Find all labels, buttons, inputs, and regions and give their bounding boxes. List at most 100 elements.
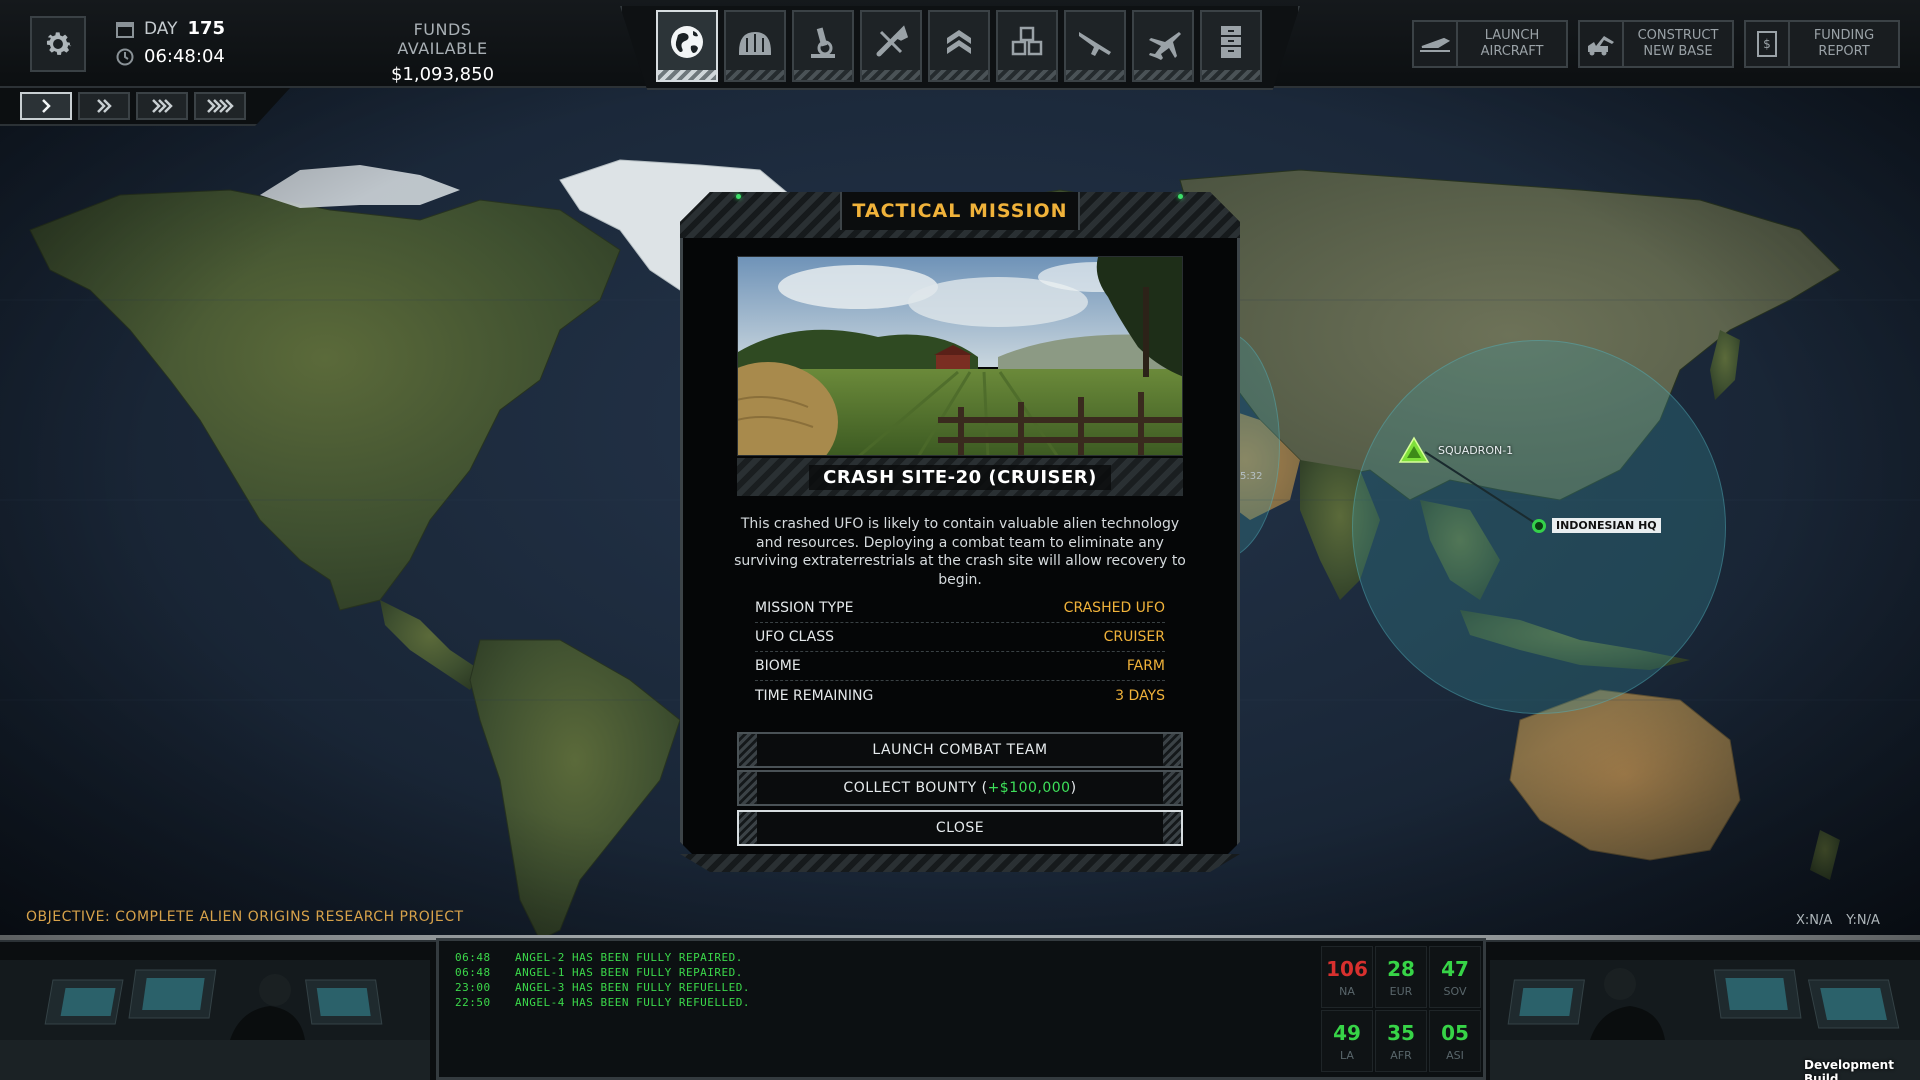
speed-2-button[interactable] xyxy=(78,92,130,120)
mission-site-image xyxy=(737,256,1183,456)
funding-report-label: FUNDING REPORT xyxy=(1813,28,1875,59)
squadron-triangle-icon xyxy=(1398,436,1430,463)
region-value: 106 xyxy=(1326,956,1368,981)
settings-button[interactable] xyxy=(30,16,86,72)
event-log[interactable]: 06:48 ANGEL-2 HAS BEEN FULLY REPAIRED. 0… xyxy=(455,950,750,1010)
speed-4-button[interactable] xyxy=(194,92,246,120)
mission-site-bar: CRASH SITE-20 (CRUISER) xyxy=(737,458,1183,496)
log-time: 06:48 xyxy=(455,951,491,964)
tab-hangar[interactable] xyxy=(1132,10,1194,82)
detail-row-biome: BIOME FARM xyxy=(755,652,1165,681)
detail-key: MISSION TYPE xyxy=(755,600,854,616)
base-label: INDONESIAN HQ xyxy=(1552,518,1661,533)
launch-aircraft-button[interactable]: LAUNCH AIRCRAFT xyxy=(1412,20,1568,68)
region-cell-afr[interactable]: 35 AFR xyxy=(1375,1010,1427,1072)
region-cell-na[interactable]: 106 NA xyxy=(1321,946,1373,1008)
funds-label: FUNDS AVAILABLE xyxy=(397,20,488,58)
region-cell-asi[interactable]: 05 ASI xyxy=(1429,1010,1481,1072)
tab-geoscape[interactable] xyxy=(656,10,718,82)
region-cell-sov[interactable]: 47 SOV xyxy=(1429,946,1481,1008)
log-text: ANGEL-1 HAS BEEN FULLY REPAIRED. xyxy=(515,966,743,979)
central-america xyxy=(380,600,480,690)
main-nav-tabs xyxy=(656,10,1262,82)
speed-3-button[interactable] xyxy=(136,92,188,120)
tab-stripe xyxy=(658,70,716,80)
base-hangar-icon xyxy=(739,32,771,55)
farm-landscape-picture xyxy=(738,257,1182,455)
tab-stripe xyxy=(1202,70,1260,80)
dialog-title-box: TACTICAL MISSION xyxy=(840,192,1080,230)
base-marker-indonesian-hq[interactable]: INDONESIAN HQ xyxy=(1532,518,1661,533)
day-label: DAY xyxy=(144,18,178,39)
speed-1-button[interactable] xyxy=(20,92,72,120)
log-text: ANGEL-4 HAS BEEN FULLY REFUELLED. xyxy=(515,996,751,1009)
launch-combat-team-label: LAUNCH COMBAT TEAM xyxy=(872,742,1048,758)
tab-stores[interactable] xyxy=(996,10,1058,82)
collect-bounty-label: COLLECT BOUNTY (+$100,000) xyxy=(843,780,1076,796)
launch-combat-team-button[interactable]: LAUNCH COMBAT TEAM xyxy=(737,732,1183,768)
time-speed-controls xyxy=(20,92,246,120)
tab-stripe xyxy=(794,70,852,80)
svg-text:$: $ xyxy=(1763,37,1771,51)
construct-base-label: CONSTRUCT NEW BASE xyxy=(1637,28,1719,59)
australia xyxy=(1509,689,1741,861)
tab-weapons[interactable] xyxy=(1064,10,1126,82)
cursor-coordinates: X:N/A Y:N/A xyxy=(1796,913,1880,928)
close-button[interactable]: CLOSE xyxy=(737,810,1183,846)
objective-text: OBJECTIVE: COMPLETE ALIEN ORIGINS RESEAR… xyxy=(26,909,464,925)
speed-3-icon xyxy=(152,99,173,113)
mission-site-name: CRASH SITE-20 (CRUISER) xyxy=(809,464,1111,490)
construct-base-button[interactable]: CONSTRUCT NEW BASE xyxy=(1578,20,1734,68)
tab-stripe xyxy=(1134,70,1192,80)
tab-soldiers[interactable] xyxy=(928,10,990,82)
detail-key: TIME REMAINING xyxy=(755,687,874,704)
tab-research[interactable] xyxy=(792,10,854,82)
tab-engineering[interactable] xyxy=(860,10,922,82)
day-counter: DAY 175 xyxy=(116,18,225,39)
tab-stripe xyxy=(1066,70,1124,80)
aircraft-launch-icon xyxy=(1420,37,1451,52)
region-code: ASI xyxy=(1446,1048,1464,1062)
log-entry: 22:50 ANGEL-4 HAS BEEN FULLY REFUELLED. xyxy=(455,995,750,1010)
launch-aircraft-label: LAUNCH AIRCRAFT xyxy=(1480,28,1544,59)
excavator-icon xyxy=(1588,36,1614,56)
region-code: NA xyxy=(1339,984,1355,998)
funding-report-button[interactable]: $ FUNDING REPORT xyxy=(1744,20,1900,68)
mission-description: This crashed UFO is likely to contain va… xyxy=(734,516,1186,588)
archive-cabinet-icon xyxy=(1221,26,1241,58)
tactical-mission-dialog: TACTICAL MISSION CRASH SITE-20 (CRUISER)… xyxy=(680,192,1240,872)
squadron-marker[interactable]: SQUADRON-1 xyxy=(1398,436,1513,464)
base-dot-icon xyxy=(1532,518,1546,533)
coord-x: X:N/A xyxy=(1796,913,1833,928)
south-america xyxy=(469,639,681,940)
jet-aircraft-icon xyxy=(1149,32,1181,60)
log-time: 23:00 xyxy=(455,981,491,994)
tab-base[interactable] xyxy=(724,10,786,82)
region-code: AFR xyxy=(1390,1048,1412,1062)
bounty-prefix: COLLECT BOUNTY ( xyxy=(843,780,988,796)
day-value: 175 xyxy=(187,18,226,39)
region-value: 47 xyxy=(1441,956,1469,981)
build-label: Development Build xyxy=(1804,1058,1894,1080)
bounty-suffix: ) xyxy=(1070,780,1077,796)
north-america xyxy=(29,189,621,611)
dialog-footer-band xyxy=(680,854,1240,872)
region-cell-eur[interactable]: 28 EUR xyxy=(1375,946,1427,1008)
squadron-label: SQUADRON-1 xyxy=(1438,443,1514,457)
detail-value: CRUISER xyxy=(1103,629,1165,645)
log-text: ANGEL-2 HAS BEEN FULLY REPAIRED. xyxy=(515,951,743,964)
funds-display: FUNDS AVAILABLE $1,093,850 xyxy=(370,20,515,85)
detail-key: UFO CLASS xyxy=(755,629,835,645)
region-cell-la[interactable]: 49 LA xyxy=(1321,1010,1373,1072)
bounty-amount: +$100,000 xyxy=(987,780,1071,796)
collect-bounty-button[interactable]: COLLECT BOUNTY (+$100,000) xyxy=(737,770,1183,806)
tab-stripe xyxy=(862,70,920,80)
detail-value: CRASHED UFO xyxy=(1063,600,1165,616)
rifle-icon xyxy=(1079,32,1111,56)
tab-archives[interactable] xyxy=(1200,10,1262,82)
engineering-tools-icon xyxy=(876,25,909,57)
tab-stripe xyxy=(930,70,988,80)
log-time: 06:48 xyxy=(455,966,491,979)
funds-value: $1,093,850 xyxy=(390,64,495,85)
region-value: 28 xyxy=(1387,956,1415,981)
